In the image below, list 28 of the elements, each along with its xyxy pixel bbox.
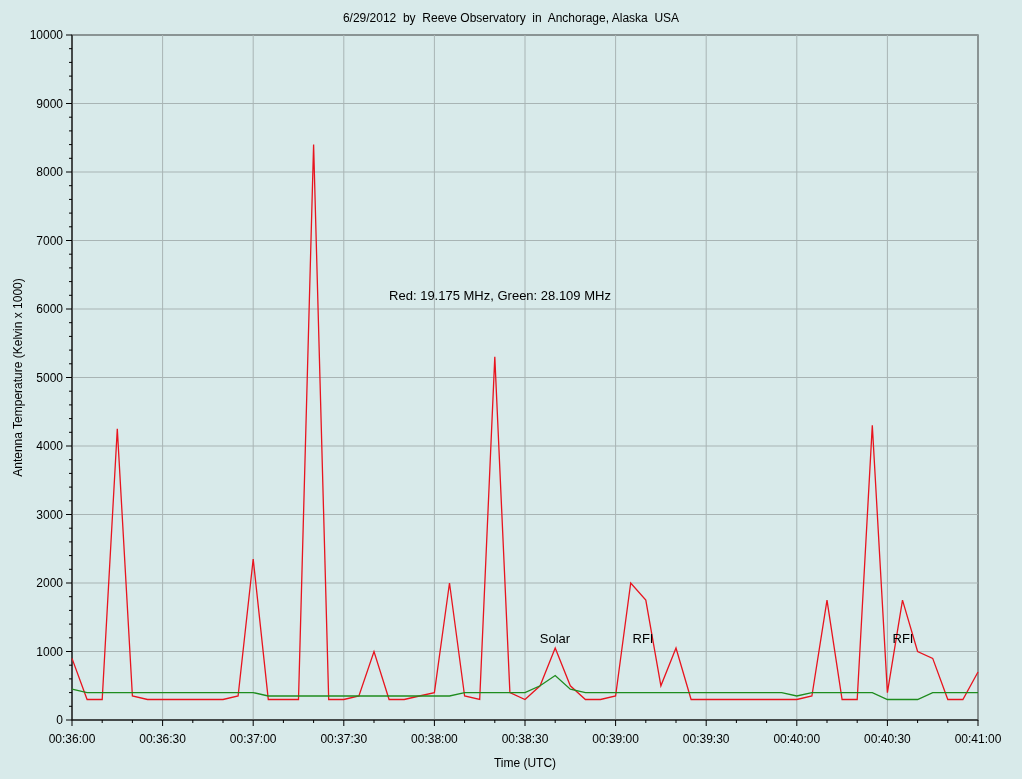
annotation-label: Red: 19.175 MHz, Green: 28.109 MHz: [389, 288, 611, 303]
tick-label: 00:40:30: [864, 732, 911, 746]
annotation-label: RFI: [632, 631, 654, 646]
chart-title: 6/29/2012 by Reeve Observatory in Anchorage, Alaska USA: [342, 11, 680, 25]
tick-label: 8000: [36, 165, 63, 179]
tick-label: 5000: [36, 370, 63, 385]
tick-label: 9000: [36, 96, 63, 111]
tick-label: 00:39:30: [682, 732, 730, 746]
tick-label: 00:38:00: [411, 732, 458, 746]
x-axis-label: Time (UTC): [493, 756, 557, 770]
tick-label: 0: [56, 713, 63, 727]
tick-label: 00:40:00: [773, 732, 821, 746]
tick-label: 00:38:30: [501, 732, 549, 746]
tick-label: 00:37:30: [320, 732, 368, 746]
y-axis-label: Antenna Temperature (Kelvin x 1000): [11, 278, 25, 477]
tick-label: 3000: [36, 507, 63, 522]
tick-label: 10000: [29, 28, 63, 42]
tick-label: 00:36:30: [139, 732, 186, 746]
tick-label: 00:41:00: [954, 732, 1002, 746]
annotation-label: Solar: [539, 631, 571, 646]
tick-label: 6000: [36, 302, 63, 316]
tick-label: 00:37:00: [229, 732, 277, 746]
tick-label: 7000: [36, 233, 63, 248]
tick-label: 1000: [36, 644, 63, 659]
tick-label: 4000: [36, 439, 63, 453]
tick-label: 00:36:00: [48, 732, 96, 746]
tick-label: 00:39:00: [592, 732, 639, 746]
tick-label: 2000: [36, 576, 63, 590]
